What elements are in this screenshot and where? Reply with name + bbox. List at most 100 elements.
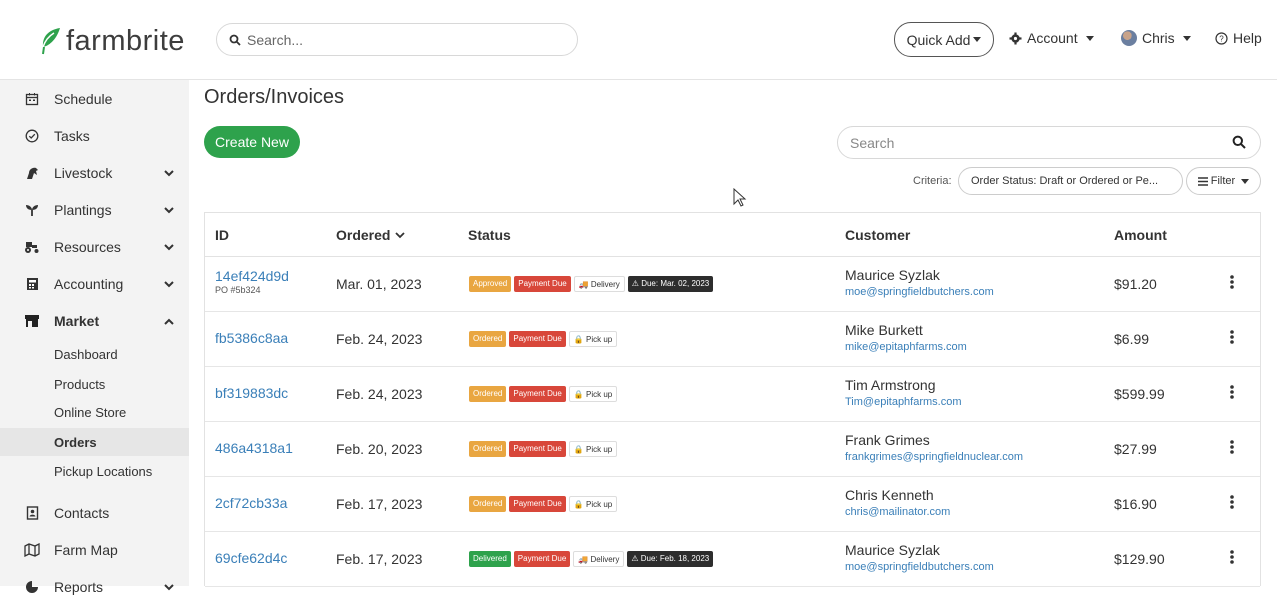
- caret-down-icon: [1241, 178, 1250, 184]
- order-amount: $27.99: [1114, 441, 1157, 457]
- quick-add-button[interactable]: Quick Add: [894, 22, 994, 57]
- page-title: Orders/Invoices: [204, 86, 345, 108]
- customer-cell: Maurice Syzlak moe@springfieldbutchers.c…: [845, 542, 994, 573]
- customer-email-link[interactable]: chris@mailinator.com: [845, 506, 950, 518]
- row-actions-kebab-icon[interactable]: [1229, 549, 1235, 570]
- sidebar-item-label: Tasks: [54, 127, 90, 144]
- order-amount: $599.99: [1114, 386, 1165, 402]
- criteria-pill[interactable]: Order Status: Draft or Ordered or Pe...: [958, 167, 1183, 195]
- order-id-link[interactable]: 486a4318a1: [215, 440, 293, 456]
- customer-email-link[interactable]: moe@springfieldbutchers.com: [845, 561, 994, 573]
- sidebar-item-label: Market: [54, 312, 100, 329]
- chevron-down-icon: [164, 580, 174, 594]
- column-header-customer[interactable]: Customer: [845, 213, 910, 257]
- global-search-input[interactable]: Search...: [216, 23, 578, 56]
- column-header-ordered[interactable]: Ordered: [336, 213, 406, 257]
- status-badge: Ordered: [469, 441, 507, 457]
- status-badge: Ordered: [469, 496, 507, 512]
- create-new-button[interactable]: Create New: [204, 126, 300, 158]
- account-menu[interactable]: Account: [1009, 30, 1094, 46]
- row-actions-kebab-icon[interactable]: [1229, 439, 1235, 460]
- table-row[interactable]: 69cfe62d4c Feb. 17, 2023 Delivered Paymen…: [205, 532, 1260, 587]
- row-actions-kebab-icon[interactable]: [1229, 274, 1235, 295]
- sidebar-subitem-dashboard[interactable]: Dashboard: [0, 340, 189, 368]
- status-badge: Ordered: [469, 386, 507, 402]
- mouse-cursor-icon: [733, 188, 747, 207]
- map-icon: [24, 542, 40, 558]
- sidebar-item-farm-map[interactable]: Farm Map: [0, 531, 189, 568]
- sidebar-item-reports[interactable]: Reports: [0, 568, 189, 605]
- farmbrite-logo[interactable]: farmbrite: [40, 21, 185, 61]
- sidebar-item-market[interactable]: Market: [0, 302, 189, 339]
- caret-down-icon: [1085, 35, 1094, 41]
- po-number: PO #5b324: [215, 285, 261, 295]
- customer-email-link[interactable]: Tim@epitaphfarms.com: [845, 396, 962, 408]
- sidebar-item-label: Farm Map: [54, 541, 118, 558]
- sidebar-item-resources[interactable]: Resources: [0, 228, 189, 265]
- sidebar-item-plantings[interactable]: Plantings: [0, 191, 189, 228]
- status-badges: Ordered Payment Due 🔒 Pick up: [469, 441, 618, 457]
- sidebar-item-contacts[interactable]: Contacts: [0, 494, 189, 531]
- customer-email-link[interactable]: mike@epitaphfarms.com: [845, 341, 967, 353]
- filter-label: Filter: [1210, 175, 1236, 187]
- customer-cell: Tim Armstrong Tim@epitaphfarms.com: [845, 377, 962, 408]
- question-circle-icon: ?: [1215, 31, 1228, 45]
- help-link[interactable]: ? Help: [1215, 30, 1262, 46]
- leaf-logo-icon: [42, 28, 60, 55]
- orders-table: ID Ordered Status Customer Amount 14ef42…: [204, 212, 1261, 587]
- sidebar-item-tasks[interactable]: Tasks: [0, 117, 189, 154]
- status-badge: 🔒 Pick up: [568, 331, 618, 347]
- status-badge: Payment Due: [509, 496, 566, 512]
- calculator-icon: [24, 276, 40, 292]
- user-menu[interactable]: Chris: [1121, 30, 1191, 46]
- table-row[interactable]: fb5386c8aa Feb. 24, 2023 Ordered Payment …: [205, 312, 1260, 367]
- status-badge: 🔒 Pick up: [568, 496, 618, 512]
- chevron-up-icon: [164, 314, 174, 328]
- criteria-label: Criteria:: [913, 175, 952, 187]
- sidebar-item-livestock[interactable]: Livestock: [0, 154, 189, 191]
- table-row[interactable]: bf319883dc Feb. 24, 2023 Ordered Payment …: [205, 367, 1260, 422]
- orders-search-input[interactable]: Search: [837, 126, 1261, 159]
- row-actions-kebab-icon[interactable]: [1229, 494, 1235, 515]
- column-header-status[interactable]: Status: [468, 213, 511, 257]
- table-row[interactable]: 486a4318a1 Feb. 20, 2023 Ordered Payment …: [205, 422, 1260, 477]
- customer-cell: Mike Burkett mike@epitaphfarms.com: [845, 322, 967, 353]
- row-actions-kebab-icon[interactable]: [1229, 384, 1235, 405]
- order-id-link[interactable]: bf319883dc: [215, 385, 288, 401]
- sidebar-subitem-products[interactable]: Products: [0, 370, 189, 398]
- sidebar-subitem-online-store[interactable]: Online Store: [0, 398, 189, 426]
- order-date: Feb. 20, 2023: [336, 441, 423, 457]
- column-header-amount[interactable]: Amount: [1114, 213, 1167, 257]
- customer-email-link[interactable]: frankgrimes@springfieldnuclear.com: [845, 451, 1023, 463]
- caret-down-icon: [973, 37, 982, 42]
- calendar-icon: [24, 91, 40, 107]
- order-id-link[interactable]: 14ef424d9d: [215, 268, 289, 284]
- column-header-ordered-label: Ordered: [336, 227, 391, 243]
- status-badges: Approved Payment Due 🚚 Delivery ⚠ Due: Mar.…: [469, 276, 714, 292]
- sidebar-subitem-pickup-locations[interactable]: Pickup Locations: [0, 457, 189, 485]
- sidebar-item-schedule[interactable]: Schedule: [0, 80, 189, 117]
- order-id-link[interactable]: 69cfe62d4c: [215, 550, 287, 566]
- row-actions-kebab-icon[interactable]: [1229, 329, 1235, 350]
- sidebar-item-label: Reports: [54, 578, 104, 595]
- status-badge: 🔒 Pick up: [568, 441, 618, 457]
- status-badge: Payment Due: [509, 441, 566, 457]
- table-row[interactable]: 14ef424d9d PO #5b324 Mar. 01, 2023 Appro…: [205, 257, 1260, 312]
- customer-email-link[interactable]: moe@springfieldbutchers.com: [845, 286, 994, 298]
- sidebar-item-label: Livestock: [54, 164, 113, 181]
- search-icon[interactable]: [1232, 135, 1246, 149]
- order-amount: $16.90: [1114, 496, 1157, 512]
- filter-button[interactable]: Filter: [1186, 167, 1261, 195]
- order-id-link[interactable]: fb5386c8aa: [215, 330, 288, 346]
- order-amount: $91.20: [1114, 276, 1157, 292]
- sidebar-subitem-orders[interactable]: Orders: [0, 428, 189, 456]
- status-badge: ⚠ Due: Feb. 18, 2023: [627, 551, 714, 567]
- sidebar-subitem-label: Dashboard: [54, 346, 118, 362]
- sidebar-item-accounting[interactable]: Accounting: [0, 265, 189, 302]
- check-circle-icon: [24, 128, 40, 144]
- order-id-link[interactable]: 2cf72cb33a: [215, 495, 287, 511]
- column-header-id[interactable]: ID: [215, 213, 229, 257]
- status-badge: 🔒 Pick up: [568, 386, 618, 402]
- chevron-down-icon: [164, 166, 174, 180]
- table-row[interactable]: 2cf72cb33a Feb. 17, 2023 Ordered Payment …: [205, 477, 1260, 532]
